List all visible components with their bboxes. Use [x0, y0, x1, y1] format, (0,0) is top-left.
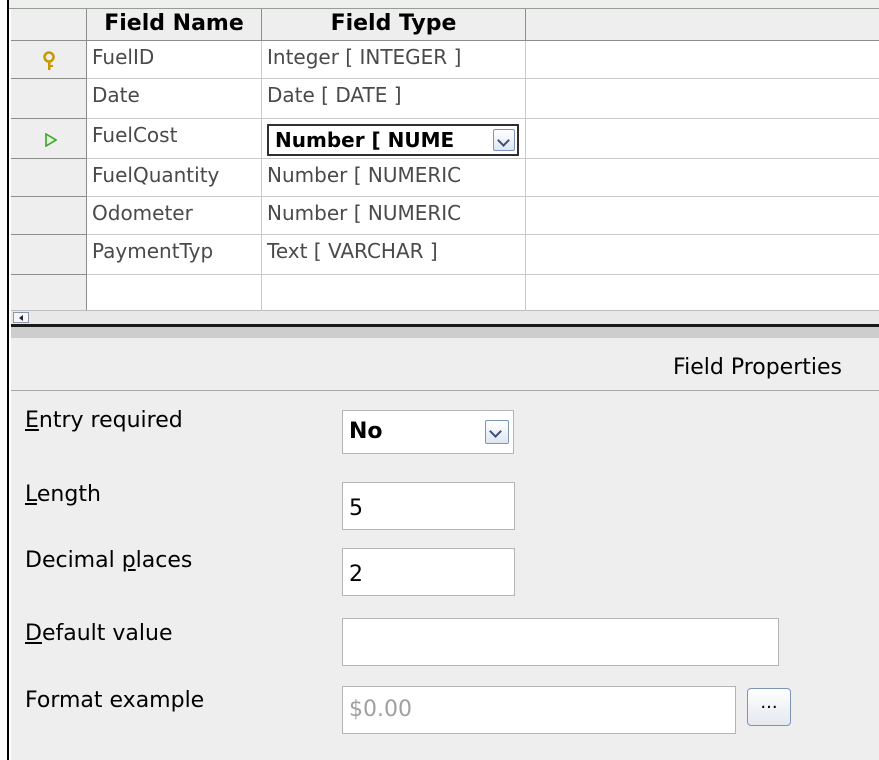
- field-name-cell[interactable]: Odometer: [87, 197, 262, 235]
- field-properties-panel: Field Properties Entry required No Lengt…: [11, 338, 879, 760]
- field-type-cell[interactable]: Number [ NUME: [262, 119, 526, 159]
- format-example-label: Format example: [25, 688, 205, 713]
- decimal-places-label: Decimal places: [25, 548, 193, 573]
- pane-splitter[interactable]: [11, 324, 879, 338]
- grid-corner-header: [11, 9, 87, 41]
- field-type-dropdown-value: Number [ NUME: [275, 128, 455, 152]
- horizontal-scrollbar[interactable]: [11, 310, 879, 324]
- row-header[interactable]: [11, 119, 87, 159]
- field-properties-title: Field Properties: [673, 355, 842, 380]
- field-name-cell[interactable]: FuelQuantity: [87, 159, 262, 197]
- length-field[interactable]: 5: [342, 482, 515, 530]
- field-name-cell[interactable]: FuelID: [87, 41, 262, 79]
- row-header[interactable]: [11, 79, 87, 119]
- entry-required-dropdown[interactable]: No: [342, 410, 514, 454]
- row-header[interactable]: [11, 41, 87, 79]
- field-type-cell[interactable]: Text [ VARCHAR ]: [262, 235, 526, 275]
- description-cell[interactable]: [526, 197, 879, 235]
- field-type-cell[interactable]: Number [ NUMERIC: [262, 197, 526, 235]
- column-header-field-name[interactable]: Field Name: [87, 9, 262, 41]
- field-name-cell[interactable]: [87, 275, 262, 312]
- description-cell[interactable]: [526, 235, 879, 275]
- row-header[interactable]: [11, 197, 87, 235]
- description-cell[interactable]: [526, 275, 879, 312]
- scroll-left-icon[interactable]: [13, 312, 29, 323]
- field-type-cell[interactable]: [262, 275, 526, 312]
- description-cell[interactable]: [526, 41, 879, 79]
- field-type-cell[interactable]: Integer [ INTEGER ]: [262, 41, 526, 79]
- window-left-border: [0, 0, 9, 760]
- format-button[interactable]: ...: [747, 688, 791, 726]
- window-top-edge: [9, 0, 879, 9]
- row-header[interactable]: [11, 275, 87, 312]
- field-type-dropdown[interactable]: Number [ NUME: [267, 124, 519, 156]
- current-row-arrow-icon: [45, 133, 57, 147]
- description-cell[interactable]: [526, 159, 879, 197]
- field-name-cell[interactable]: PaymentTyp: [87, 235, 262, 275]
- field-type-cell[interactable]: Number [ NUMERIC: [262, 159, 526, 197]
- format-example-field: $0.00: [342, 686, 736, 734]
- row-header[interactable]: [11, 235, 87, 275]
- properties-divider: [11, 390, 879, 391]
- description-cell[interactable]: [526, 79, 879, 119]
- field-name-cell[interactable]: FuelCost: [87, 119, 262, 159]
- row-header[interactable]: [11, 159, 87, 197]
- entry-required-label: Entry required: [25, 408, 183, 433]
- field-name-cell[interactable]: Date: [87, 79, 262, 119]
- table-design-window: Field Name Field Type FuelID Integer [ I…: [0, 0, 879, 760]
- length-label: Length: [25, 482, 101, 507]
- field-type-cell[interactable]: Date [ DATE ]: [262, 79, 526, 119]
- description-cell[interactable]: [526, 119, 879, 159]
- default-value-label: Default value: [25, 621, 173, 646]
- chevron-down-icon[interactable]: [485, 420, 509, 444]
- field-grid: Field Name Field Type FuelID Integer [ I…: [11, 9, 879, 312]
- default-value-field[interactable]: [342, 618, 779, 666]
- column-header-description[interactable]: [526, 9, 879, 41]
- entry-required-value: No: [349, 419, 383, 444]
- decimal-places-field[interactable]: 2: [342, 548, 515, 596]
- chevron-down-icon[interactable]: [493, 129, 515, 151]
- column-header-field-type[interactable]: Field Type: [262, 9, 526, 41]
- primary-key-icon: [43, 51, 55, 70]
